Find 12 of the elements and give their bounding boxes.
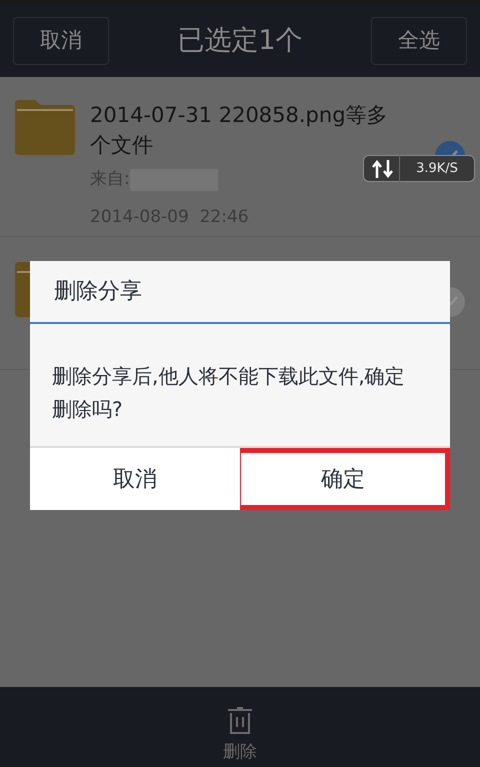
cancel-button[interactable]: 取消 [13, 17, 109, 65]
confirm-button[interactable]: 确定 [240, 448, 450, 510]
transfer-arrows-icon [372, 160, 394, 178]
delete-button[interactable]: 删除 [223, 687, 257, 767]
select-all-button[interactable]: 全选 [371, 17, 467, 65]
dialog-message: 删除分享后,他人将不能下载此文件,确定删除吗? [51, 363, 406, 423]
dialog-title: 删除分享 [30, 261, 450, 324]
folder-icon [15, 100, 75, 155]
trash-icon [228, 707, 252, 734]
speed-text: 3.9K/S [415, 160, 459, 178]
header-title: 已选定1个 [177, 24, 303, 58]
speed-toast[interactable]: 3.9K/S [363, 155, 475, 182]
